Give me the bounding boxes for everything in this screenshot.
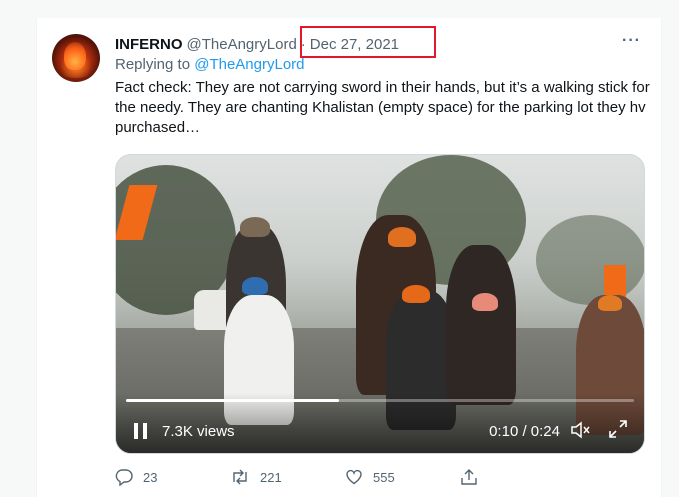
like-button[interactable]: 555 — [345, 466, 460, 488]
retweet-count: 221 — [260, 469, 282, 485]
share-icon — [461, 469, 477, 485]
avatar[interactable] — [52, 34, 100, 82]
retweet-icon — [233, 469, 247, 485]
replying-to-link[interactable]: @TheAngryLord — [194, 56, 304, 73]
retweet-button[interactable]: 221 — [230, 466, 345, 488]
view-count: 7.3K views — [162, 423, 235, 440]
author-handle[interactable]: @TheAngryLord — [187, 36, 297, 53]
replying-to-line: Replying to @TheAngryLord — [115, 56, 305, 73]
share-button[interactable] — [460, 466, 575, 488]
tweet-date[interactable]: Dec 27, 2021 — [310, 36, 399, 53]
video-controls: 7.3K views 0:10 / 0:24 — [116, 393, 644, 453]
reply-icon — [115, 469, 133, 486]
video-player[interactable]: 7.3K views 0:10 / 0:24 — [115, 154, 645, 454]
progress-bar[interactable] — [126, 399, 634, 402]
tweet-actions: 23 221 555 — [115, 466, 575, 488]
expand-icon[interactable] — [608, 419, 628, 439]
reply-button[interactable]: 23 — [115, 466, 230, 488]
reply-count: 23 — [143, 469, 158, 485]
pause-icon[interactable] — [134, 423, 148, 439]
tweet-text: Fact check: They are not carrying sword … — [115, 79, 650, 136]
more-options-button[interactable]: ··· — [622, 32, 641, 50]
tweet-header: INFERNO @TheAngryLord · Dec 27, 2021 — [115, 34, 399, 54]
like-count: 555 — [373, 469, 395, 485]
author-name[interactable]: INFERNO — [115, 36, 183, 53]
tweet-card[interactable]: INFERNO @TheAngryLord · Dec 27, 2021 ···… — [36, 18, 662, 497]
video-time: 0:10 / 0:24 — [489, 423, 560, 440]
replying-prefix: Replying to — [115, 56, 191, 73]
mute-icon[interactable] — [570, 421, 592, 444]
progress-fill — [126, 399, 340, 402]
separator: · — [300, 35, 306, 53]
heart-icon — [346, 469, 362, 485]
